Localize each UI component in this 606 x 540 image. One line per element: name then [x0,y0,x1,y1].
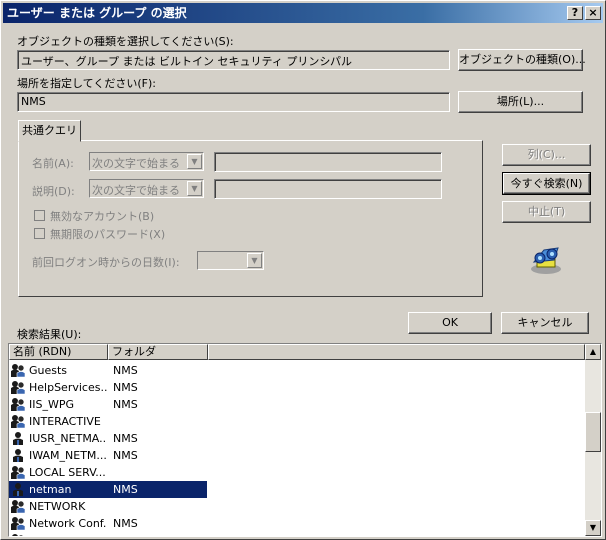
window-title: ユーザー または グループ の選択 [7,6,187,20]
days-since-logon-select[interactable]: ▼ [197,251,264,270]
non-expiring-password-label: 無期限のパスワード(X) [50,228,166,241]
table-row[interactable]: HelpServices... NMS [9,379,207,396]
row-name: NETWORK [29,500,86,513]
user-icon [10,482,26,497]
tab-common-queries[interactable]: 共通クエリ [18,120,81,142]
group-users-icon [10,363,26,378]
row-folder: NMS [113,432,138,445]
disabled-accounts-label: 無効なアカウント(B) [50,210,155,223]
name-label: 名前(A): [32,157,74,170]
column-header-filler [208,344,585,360]
table-row[interactable]: NETWORK [9,498,207,515]
description-mode-value: 次の文字で始まる [92,184,180,197]
row-name: IUSR_NETMA... [29,432,107,445]
chevron-down-icon: ▼ [187,181,202,196]
group-users-icon [10,499,26,514]
description-label: 説明(D): [32,185,75,198]
group-users-icon [10,465,26,480]
group-users-icon [10,533,26,536]
table-row[interactable]: Guests NMS [9,362,207,379]
user-icon [10,448,26,463]
table-row[interactable]: Network Conf... NMS [9,515,207,532]
group-users-icon [10,380,26,395]
help-button[interactable]: ? [567,6,583,20]
group-users-icon [10,516,26,531]
scroll-up-arrow-icon[interactable]: ▲ [585,344,601,360]
row-folder: NMS [113,381,138,394]
name-mode-value: 次の文字で始まる [92,157,180,170]
stop-button[interactable]: 中止(T) [502,201,591,223]
select-users-dialog: ユーザー または グループ の選択 ? × オブジェクトの種類を選択してください… [0,0,606,540]
user-icon [10,431,26,446]
disabled-accounts-checkbox[interactable] [34,210,45,221]
location-field: NMS [17,92,450,112]
object-type-field: ユーザー、グループ または ビルトイン セキュリティ プリンシパル [17,50,450,70]
row-name: Guests [29,364,68,377]
scroll-down-arrow-icon[interactable]: ▼ [585,520,601,536]
group-users-icon [10,397,26,412]
ok-button[interactable]: OK [408,312,492,334]
location-label: 場所を指定してください(F): [17,77,156,90]
description-input[interactable] [214,179,442,199]
search-results-label: 検索結果(U): [17,328,82,341]
name-mode-select[interactable]: 次の文字で始まる ▼ [89,152,204,171]
object-types-button[interactable]: オブジェクトの種類(O)... [458,49,586,71]
row-name: IWAM_NETM... [29,449,107,462]
table-row[interactable]: IUSR_NETMA... NMS [9,430,207,447]
search-binoculars-icon [531,247,561,274]
row-name: NETWORK S... [29,534,107,536]
close-button[interactable]: × [585,6,601,20]
table-row[interactable]: LOCAL SERV... [9,464,207,481]
search-now-button[interactable]: 今すぐ検索(N) [502,172,591,195]
row-folder: NMS [113,517,138,530]
row-folder: NMS [113,398,138,411]
locations-button[interactable]: 場所(L)... [458,91,583,113]
description-mode-select[interactable]: 次の文字で始まる ▼ [89,179,204,198]
scroll-thumb[interactable] [585,412,601,452]
table-row[interactable]: netman NMS [9,481,207,498]
non-expiring-password-checkbox[interactable] [34,228,45,239]
row-folder: NMS [113,449,138,462]
table-row[interactable]: IIS_WPG NMS [9,396,207,413]
row-name: INTERACTIVE [29,415,101,428]
column-header-folder[interactable]: フォルダ [108,344,208,360]
table-row[interactable]: IWAM_NETM... NMS [9,447,207,464]
object-type-label: オブジェクトの種類を選択してください(S): [17,35,234,48]
row-name: HelpServices... [29,381,107,394]
row-name: LOCAL SERV... [29,466,106,479]
cancel-button[interactable]: キャンセル [501,312,589,334]
table-row[interactable]: NETWORK S... [9,532,207,536]
columns-button[interactable]: 列(C)... [502,144,591,166]
column-header-name[interactable]: 名前 (RDN) [9,344,108,360]
row-name: IIS_WPG [29,398,75,411]
name-input[interactable] [214,152,442,172]
chevron-down-icon: ▼ [247,253,262,268]
row-name: Network Conf... [29,517,107,530]
days-since-logon-label: 前回ログオン時からの日数(I): [32,256,180,269]
table-row[interactable]: INTERACTIVE [9,413,207,430]
title-bar: ユーザー または グループ の選択 ? × [3,3,603,23]
row-folder: NMS [113,364,138,377]
row-folder: NMS [113,483,138,496]
row-name: netman [29,483,72,496]
group-users-icon [10,414,26,429]
vertical-scrollbar[interactable]: ▲ ▼ [585,344,601,536]
search-results-list[interactable]: 名前 (RDN) フォルダ Guests NMS HelpServices... NM… [8,343,602,537]
chevron-down-icon: ▼ [187,154,202,169]
